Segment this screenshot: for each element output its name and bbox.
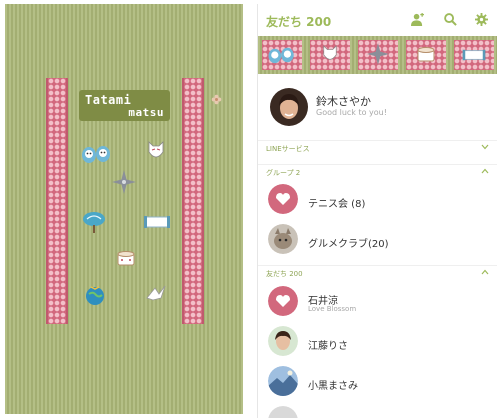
chevron-up-icon: [481, 168, 489, 174]
logo-title: Tatami: [85, 93, 132, 107]
flower-icon: [211, 94, 222, 105]
friend-name: 小黒まさみ: [308, 381, 358, 392]
fox-mask-icon: [323, 45, 337, 60]
section-label: LINEサービス: [266, 145, 310, 153]
friend-item[interactable]: [258, 402, 497, 418]
daruma-icon: [82, 146, 110, 163]
group-name: グルメクラブ(20): [308, 239, 389, 250]
scroll-icon: [462, 49, 486, 61]
chevron-up-icon: [481, 269, 489, 275]
landscape-photo: [268, 366, 298, 396]
scroll-icon: [144, 216, 170, 228]
group-item[interactable]: テニス会 (8): [258, 180, 497, 220]
theme-preview: Tatami matsu: [5, 4, 243, 414]
theme-logo: Tatami matsu: [79, 90, 222, 121]
app-header: 友だち 200: [258, 4, 497, 36]
cat-photo: [268, 224, 298, 254]
friend-name: 江藤りさ: [308, 341, 348, 352]
paper-crane-icon: [146, 285, 166, 301]
pink-heart-icon: [268, 286, 298, 316]
fox-mask-icon: [148, 141, 164, 158]
page-title: 友だち 200: [266, 15, 332, 29]
section-label: グループ 2: [266, 169, 301, 177]
profile-name: 鈴木さやか: [316, 95, 371, 108]
daruma-icon: [268, 47, 294, 64]
friend-item[interactable]: 江藤りさ: [258, 322, 497, 362]
section-friends[interactable]: 友だち 200: [258, 265, 497, 280]
tatami-border-right: [182, 78, 204, 324]
section-line-services[interactable]: LINEサービス: [258, 140, 497, 155]
taiko-drum-icon: [117, 251, 135, 266]
friends-screen: 友だち 200 鈴木さやか Good luck to you! LINEサービス…: [257, 4, 497, 418]
friend-item[interactable]: 石井涼 Love Blossom: [258, 282, 497, 322]
chevron-down-icon: [481, 144, 489, 150]
friend-item[interactable]: 小黒まさみ: [258, 362, 497, 402]
portrait-photo: [268, 326, 298, 356]
kinchaku-pouch-icon: [86, 286, 104, 305]
theme-banner: [258, 36, 497, 74]
group-item[interactable]: グルメクラブ(20): [258, 220, 497, 260]
section-groups[interactable]: グループ 2: [258, 164, 497, 179]
my-profile[interactable]: 鈴木さやか Good luck to you!: [258, 84, 497, 132]
section-label: 友だち 200: [266, 270, 303, 278]
logo-subtitle: matsu: [128, 106, 164, 119]
search-icon[interactable]: [444, 13, 457, 26]
friend-status: Love Blossom: [308, 305, 357, 313]
add-friend-icon[interactable]: [411, 13, 424, 26]
profile-status: Good luck to you!: [316, 108, 387, 117]
shuriken-icon: [112, 170, 136, 194]
taiko-drum-icon: [417, 47, 435, 62]
tatami-border-left: [46, 78, 68, 324]
settings-icon[interactable]: [475, 13, 488, 26]
group-name: テニス会 (8): [308, 199, 366, 210]
pink-heart-icon: [268, 184, 298, 214]
shuriken-icon: [367, 43, 389, 65]
uchiwa-fan-icon: [83, 212, 105, 233]
avatar: [268, 406, 298, 418]
avatar: [270, 88, 308, 126]
